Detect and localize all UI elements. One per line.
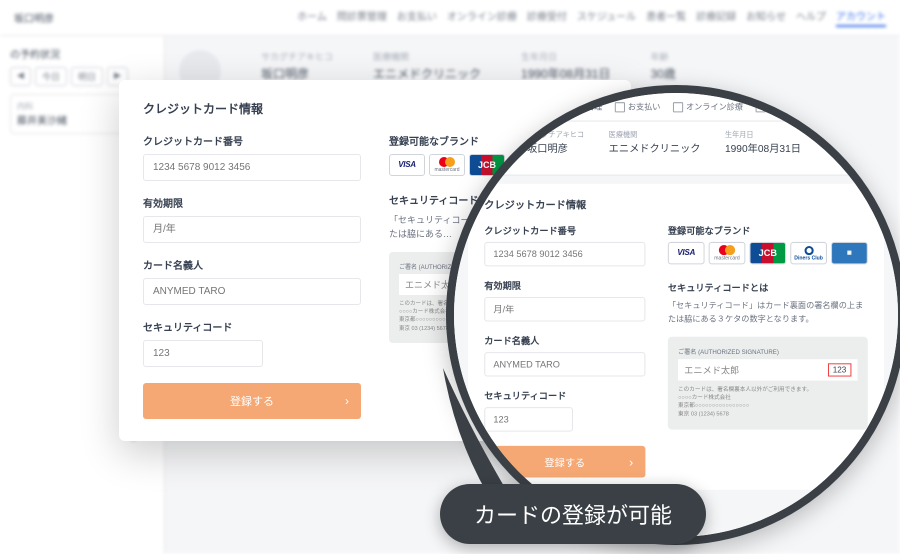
zoom-card-sample: ご署名 (AUTHORIZED SIGNATURE) エニメド太郎 123 この… [668,336,868,429]
callout-bubble: カードの登録が可能 [440,484,706,544]
sidebar-title: の予約状況 [10,46,154,61]
tab-payment[interactable]: お支払い [397,8,437,27]
tab-online[interactable]: オンライン診療 [447,8,517,27]
app-header: 坂口明彦 ホーム 問診票管理 お支払い オンライン診療 診療受付 スケジュール … [0,0,900,36]
nav-tabs: ホーム 問診票管理 お支払い オンライン診療 診療受付 スケジュール 患者一覧 … [297,8,886,27]
holder-input[interactable] [143,278,361,305]
tab-questionnaire[interactable]: 問診票管理 [337,8,387,27]
tab-reception[interactable]: 診療受付 [527,8,567,27]
chevron-right-icon: › [629,455,633,469]
tab-help[interactable]: ヘルプ [796,8,826,27]
today-chip[interactable]: 今日 [35,67,67,86]
tab-patients[interactable]: 患者一覧 [646,8,686,27]
mastercard-icon: mastercard [709,242,746,264]
card-number-input[interactable] [143,154,361,181]
zoom-profile: サカグチアキヒコ坂口明彦 医療機関エニメドクリニック 生年月日1990年08月3… [450,122,900,176]
expiry-input[interactable] [143,216,361,243]
diners-icon: Diners Club [790,242,827,264]
expiry-label: 有効期限 [143,195,361,210]
prev-button[interactable]: ◀ [10,67,31,86]
register-button[interactable]: 登録する › [143,383,361,419]
card-number-label: クレジットカード番号 [143,133,361,148]
tab-news[interactable]: お知らせ [746,8,786,27]
tab-schedule[interactable]: スケジュール [577,8,636,27]
chevron-right-icon: › [345,394,349,408]
tomorrow-chip[interactable]: 明日 [71,67,103,86]
holder-label: カード名義人 [143,257,361,272]
current-user: 坂口明彦 [14,10,54,25]
visa-icon: VISA [668,242,705,264]
visa-icon: VISA [389,154,425,176]
cvv-label: セキュリティコード [143,319,361,334]
tab-records[interactable]: 診療記録 [696,8,736,27]
tab-home[interactable]: ホーム [297,8,327,27]
amex-icon: ▦ [831,242,868,264]
zoom-card-number-input[interactable] [484,242,645,266]
modal-title: クレジットカード情報 [143,100,263,117]
zoom-expiry-input[interactable] [484,297,645,321]
jcb-icon: JCB [749,242,786,264]
tab-account[interactable]: アカウント [836,8,886,27]
cvv-input[interactable] [143,340,263,367]
zoom-nav: ホーム 問診票管理 お支払い オンライン診療 診療受付 [450,93,900,122]
